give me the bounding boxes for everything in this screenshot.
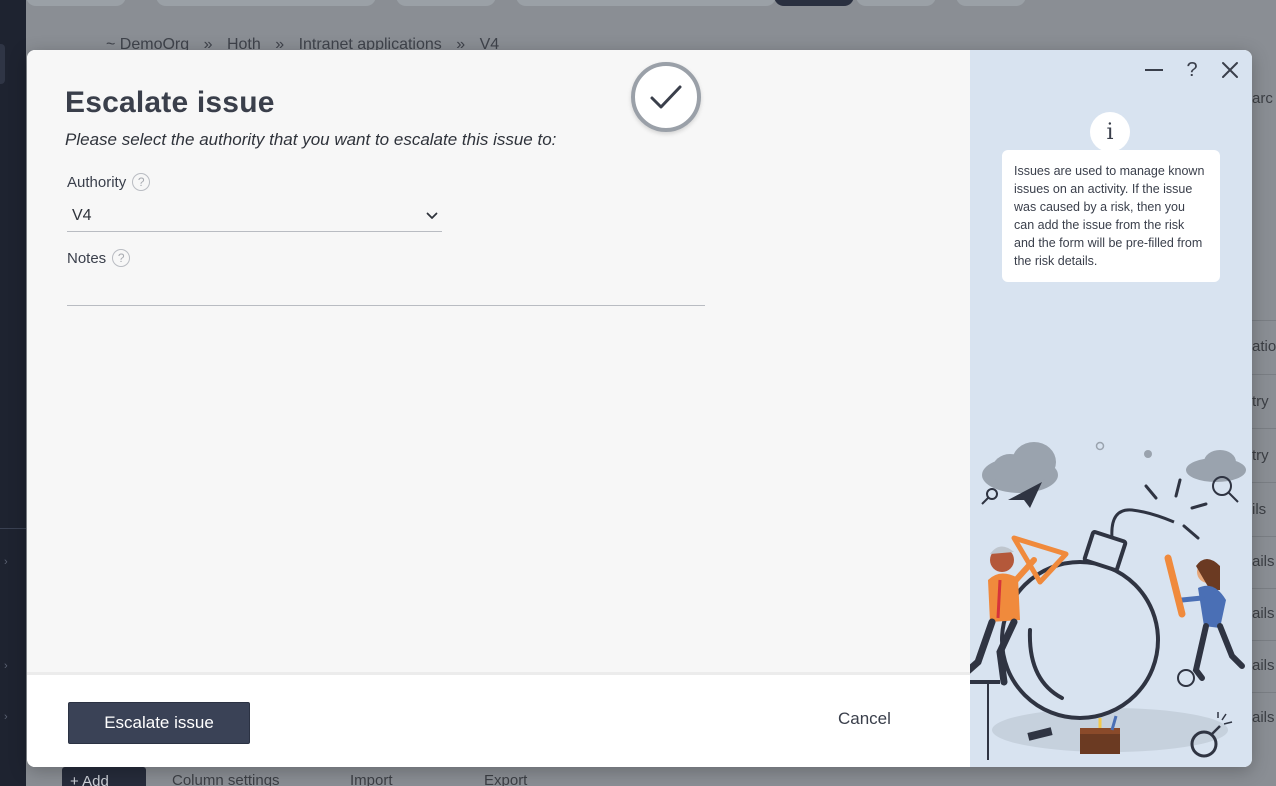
table-row-divider: [1252, 536, 1276, 537]
table-cell: try: [1252, 447, 1269, 464]
notes-input[interactable]: [67, 274, 705, 306]
info-text: Issues are used to manage known issues o…: [1002, 150, 1220, 282]
table-row-divider: [1252, 640, 1276, 641]
add-button[interactable]: + Add: [62, 767, 146, 786]
close-icon[interactable]: [1218, 58, 1242, 82]
table-cell: try: [1252, 393, 1269, 410]
cloud-left-icon: [982, 442, 1058, 493]
table-row-divider: [1252, 692, 1276, 693]
authority-selected-value: V4: [72, 206, 92, 224]
export-button[interactable]: Export: [484, 772, 527, 786]
table-cell: ails: [1252, 605, 1275, 622]
import-button[interactable]: Import: [350, 772, 393, 786]
window-controls: ?: [1142, 58, 1242, 82]
table-row-divider: [1252, 482, 1276, 483]
dialog-footer: Escalate issue Cancel: [27, 672, 970, 767]
authority-label: Authority: [67, 173, 127, 191]
table-row-divider: [1252, 374, 1276, 375]
table-cell: ails: [1252, 553, 1275, 570]
bomb-body: [1000, 560, 1160, 720]
dialog-title: Escalate issue: [65, 86, 275, 119]
sidebar-chevron-icon[interactable]: ›: [4, 712, 14, 723]
dialog-help-panel: ? Issues are used to manage known issues…: [970, 50, 1252, 767]
dialog-form-panel: Escalate issue Please select the authori…: [27, 50, 970, 767]
notes-label: Notes: [67, 249, 107, 267]
escalate-issue-button[interactable]: Escalate issue: [68, 702, 250, 744]
sidebar-divider: [0, 528, 26, 529]
notes-label-row: Notes ?: [67, 249, 131, 267]
table-row-divider: [1252, 588, 1276, 589]
app-tab-strip: [26, 0, 1276, 6]
app-tab[interactable]: [956, 0, 1026, 6]
escalate-issue-dialog: Escalate issue Please select the authori…: [27, 50, 1252, 767]
sidebar-chevron-icon[interactable]: ›: [4, 557, 14, 568]
spark-icon: [1144, 478, 1208, 540]
table-cell: atio: [1252, 338, 1276, 355]
app-tab[interactable]: [856, 0, 936, 6]
table-row-divider: [1252, 320, 1276, 321]
authority-help-icon[interactable]: ?: [132, 173, 151, 191]
woman-figure: [1179, 559, 1245, 681]
help-icon[interactable]: ?: [1180, 58, 1204, 82]
dialog-subtitle: Please select the authority that you wan…: [65, 130, 557, 149]
column-settings-button[interactable]: Column settings: [172, 772, 280, 786]
authority-select[interactable]: V4: [67, 200, 442, 232]
table-cell: ails: [1252, 657, 1275, 674]
app-tab[interactable]: [396, 0, 496, 6]
background-table-column: arc atio try try ils ails ails ails ails: [1252, 80, 1276, 740]
cloud-right-icon: [1186, 450, 1246, 482]
authority-label-row: Authority ?: [67, 173, 151, 191]
app-tab[interactable]: [26, 0, 126, 6]
notes-help-icon[interactable]: ?: [112, 249, 131, 267]
info-icon: i: [1090, 112, 1130, 152]
app-tab-active[interactable]: [774, 0, 854, 6]
cancel-button[interactable]: Cancel: [838, 709, 891, 729]
chevron-down-icon: [426, 212, 438, 219]
app-tab[interactable]: [156, 0, 376, 6]
check-icon: [631, 62, 701, 132]
sidebar-chevron-icon[interactable]: ›: [4, 661, 14, 672]
minimize-icon[interactable]: [1142, 58, 1166, 82]
app-tab[interactable]: [516, 0, 776, 6]
table-row-divider: [1252, 428, 1276, 429]
app-sidebar: › › ›: [0, 0, 26, 786]
bomb-illustration: [970, 441, 1246, 760]
table-cell: arc: [1252, 90, 1273, 107]
table-cell: ils: [1252, 501, 1267, 518]
table-cell: ails: [1252, 709, 1275, 726]
sidebar-active-indicator: [0, 44, 5, 84]
